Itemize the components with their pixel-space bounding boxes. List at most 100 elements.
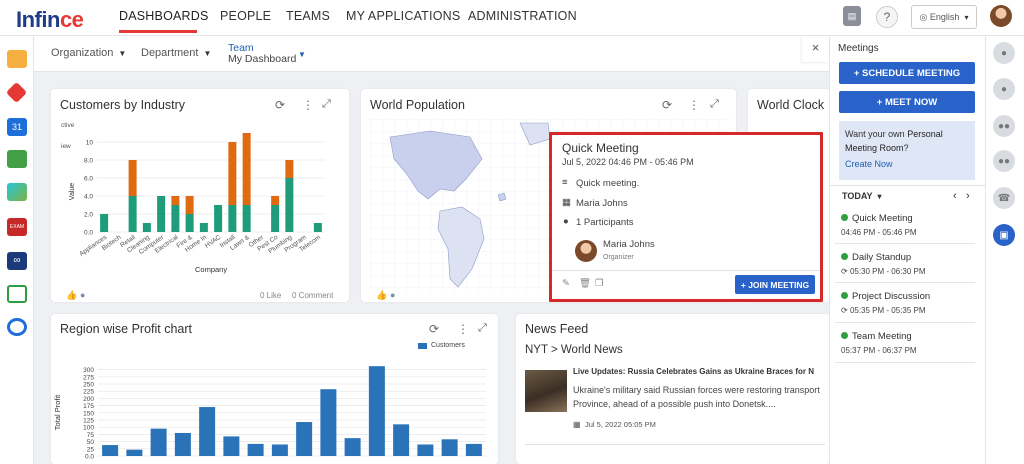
meeting-title: Team Meeting: [852, 331, 912, 342]
help-icon[interactable]: ?: [876, 6, 898, 28]
expand-icon[interactable]: ⤢: [710, 98, 719, 111]
bar-segment: [171, 196, 180, 205]
meeting-title: Daily Standup: [852, 252, 912, 263]
department-filter[interactable]: Department ▼: [141, 47, 211, 59]
card-title: World Population: [370, 98, 465, 112]
calendar-check-icon[interactable]: ▣: [993, 224, 1015, 246]
bar-segment: [214, 205, 223, 232]
like-icon[interactable]: 👍: [66, 290, 77, 301]
promo-text-end: ?: [903, 143, 909, 153]
people-icon[interactable]: ●●: [993, 115, 1015, 137]
nav-my-applications[interactable]: MY APPLICATIONS: [346, 9, 460, 23]
notification-icon[interactable]: ▤: [843, 6, 861, 26]
close-icon[interactable]: ×: [802, 36, 829, 62]
folder-app-icon[interactable]: [7, 50, 27, 68]
like-icon[interactable]: 👍: [376, 290, 387, 301]
team-filter[interactable]: Team My Dashboard: [228, 43, 308, 65]
meeting-title: Quick Meeting: [852, 213, 913, 224]
language-select[interactable]: ◎ English ▾: [911, 5, 977, 29]
edit-icon[interactable]: ✎: [562, 278, 570, 289]
calendar-app-icon[interactable]: 31: [7, 118, 27, 136]
join-meeting-button[interactable]: + JOIN MEETING: [735, 275, 815, 294]
user-avatar[interactable]: [990, 5, 1012, 27]
participant-avatar: [575, 240, 597, 262]
refresh-icon[interactable]: ⟳: [429, 322, 439, 336]
meeting-item[interactable]: Quick Meeting: [841, 213, 913, 224]
calendar-icon: ▦: [562, 197, 571, 208]
more-options-icon[interactable]: ⋮: [688, 98, 700, 112]
photos-app-icon[interactable]: [7, 183, 27, 201]
comment-icon[interactable]: ●: [390, 290, 395, 300]
meeting-time: ⟳ 05:35 PM - 05:35 PM: [841, 306, 926, 315]
chevron-left-icon[interactable]: ‹: [953, 190, 957, 202]
checklist-app-icon[interactable]: [7, 150, 27, 168]
y-tick-label: 6.0: [84, 176, 93, 183]
edit-app-icon[interactable]: [7, 285, 27, 303]
create-now-link[interactable]: Create Now: [845, 157, 969, 171]
bar-segment: [313, 223, 322, 232]
bar: [393, 424, 410, 456]
participant-role: Organizer: [603, 254, 634, 261]
comment-icon[interactable]: ●: [80, 290, 85, 300]
day-selector[interactable]: TODAY ▾: [842, 191, 882, 201]
news-thumbnail[interactable]: [525, 370, 567, 412]
refresh-icon[interactable]: ⟳: [275, 98, 285, 112]
meet-now-button[interactable]: + MEET NOW: [839, 91, 975, 113]
bar: [247, 443, 264, 456]
like-count[interactable]: 0 Like: [260, 291, 281, 300]
bar: [417, 444, 434, 456]
copy-icon[interactable]: ❐: [595, 278, 604, 289]
bar-segment: [185, 214, 194, 232]
exam-app-icon[interactable]: EXAM: [7, 218, 27, 236]
more-options-icon[interactable]: ⋮: [302, 98, 314, 112]
chevron-right-icon[interactable]: ›: [966, 190, 970, 202]
more-options-icon[interactable]: ⋮: [457, 322, 469, 336]
meeting-time: ⟳ 05:30 PM - 06:30 PM: [841, 267, 926, 276]
legend-swatch: [418, 343, 427, 349]
card-title: Customers by Industry: [60, 98, 186, 112]
legend-item: ctive: [61, 122, 75, 129]
bar-segment: [171, 205, 180, 232]
chevron-down-icon[interactable]: ▼: [298, 50, 306, 59]
popup-participants: 1 Participants: [576, 217, 634, 228]
right-rail: [985, 36, 1024, 464]
person-icon[interactable]: ●: [993, 78, 1015, 100]
chat-icon[interactable]: ●: [993, 42, 1015, 64]
chevron-down-icon: ▼: [118, 49, 127, 58]
infince-logo[interactable]: Infince: [16, 7, 84, 33]
status-dot-icon: [841, 253, 848, 260]
delete-icon[interactable]: 🗑: [579, 278, 591, 289]
schedule-meeting-button[interactable]: + SCHEDULE MEETING: [839, 62, 975, 84]
day-label: TODAY: [842, 191, 873, 201]
phone-icon[interactable]: ☎: [993, 187, 1015, 209]
meeting-item[interactable]: Daily Standup: [841, 252, 911, 263]
bar-segment: [285, 178, 294, 232]
nav-administration[interactable]: ADMINISTRATION: [468, 9, 577, 23]
globe-icon: ◎: [919, 11, 930, 22]
personal-room-promo: Want your own Personal Meeting Room? Cre…: [839, 121, 975, 180]
news-body: Ukraine's military said Russian forces w…: [573, 385, 820, 409]
bar: [199, 407, 216, 456]
comment-count[interactable]: 0 Comment: [292, 291, 333, 300]
news-source: NYT > World News: [525, 344, 623, 356]
chevron-down-icon: ▼: [203, 49, 212, 58]
y-tick-label: 100: [83, 425, 94, 432]
nav-people[interactable]: PEOPLE: [220, 9, 271, 23]
organization-filter[interactable]: Organization ▼: [51, 47, 126, 59]
compass-app-icon[interactable]: [7, 318, 27, 336]
expand-icon[interactable]: ⤢: [478, 322, 487, 335]
nav-dashboards[interactable]: DASHBOARDS: [119, 9, 209, 23]
news-headline[interactable]: Live Updates: Russia Celebrates Gains as…: [573, 367, 829, 376]
group-icon[interactable]: ●●: [993, 150, 1015, 172]
link-app-icon[interactable]: ∞: [7, 252, 27, 270]
popup-description: Quick meeting.: [576, 178, 640, 189]
y-tick-label: 50: [87, 439, 95, 446]
refresh-icon[interactable]: ⟳: [662, 98, 672, 112]
team-filter-value: My Dashboard: [228, 53, 297, 65]
meeting-item[interactable]: Team Meeting: [841, 331, 912, 342]
bar: [102, 445, 119, 456]
meeting-item[interactable]: Project Discussion: [841, 291, 930, 302]
nav-teams[interactable]: TEAMS: [286, 9, 330, 23]
expand-icon[interactable]: ⤢: [322, 98, 331, 111]
meeting-time: 04:46 PM - 05:46 PM: [841, 228, 917, 237]
